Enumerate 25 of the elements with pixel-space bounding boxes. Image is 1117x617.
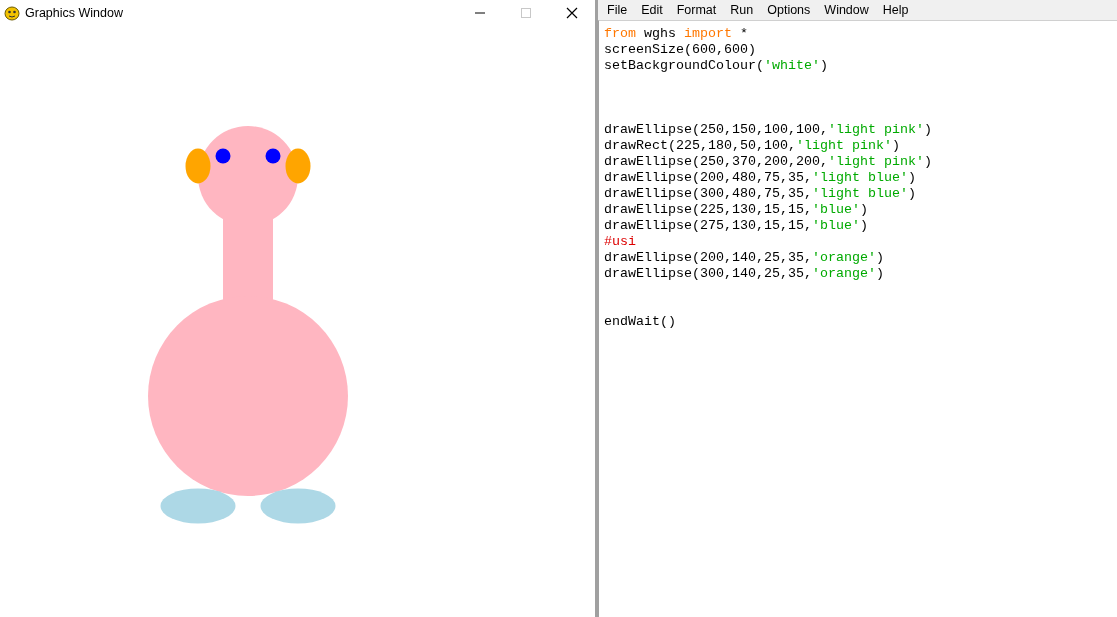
code-line: drawEllipse(225,130,15,15,'blue')	[604, 202, 869, 218]
menu-item[interactable]: Options	[760, 0, 818, 20]
code-line: drawEllipse(300,140,25,35,'orange')	[604, 266, 885, 282]
menu-item[interactable]: Edit	[634, 0, 670, 20]
code-line: endWait()	[604, 314, 677, 330]
code-line: setBackgroundColour('white')	[604, 58, 829, 74]
menu-item[interactable]: Run	[723, 0, 761, 20]
code-line: drawEllipse(200,140,25,35,'orange')	[604, 250, 885, 266]
code-line: screenSize(600,600)	[604, 42, 757, 58]
window-title: Graphics Window	[25, 4, 123, 22]
menu-item[interactable]: Format	[669, 0, 724, 20]
app-icon	[4, 5, 20, 21]
code-line: drawEllipse(275,130,15,15,'blue')	[604, 218, 869, 234]
code-line: #usi	[604, 234, 637, 250]
maximize-icon	[521, 8, 531, 18]
menu-item[interactable]: Window	[817, 0, 876, 20]
menu-item[interactable]: File	[600, 0, 635, 20]
code-line: drawEllipse(300,480,75,35,'light blue')	[604, 186, 917, 202]
close-icon	[566, 7, 578, 19]
menu-item[interactable]: Help	[875, 0, 916, 20]
code-line: from wghs import *	[604, 26, 749, 42]
code-line: drawEllipse(200,480,75,35,'light blue')	[604, 170, 917, 186]
code-line: drawEllipse(250,370,200,200,'light pink')	[604, 154, 933, 170]
code-line: drawRect(225,180,50,100,'light pink')	[604, 138, 901, 154]
code-line: drawEllipse(250,150,100,100,'light pink')	[604, 122, 933, 138]
